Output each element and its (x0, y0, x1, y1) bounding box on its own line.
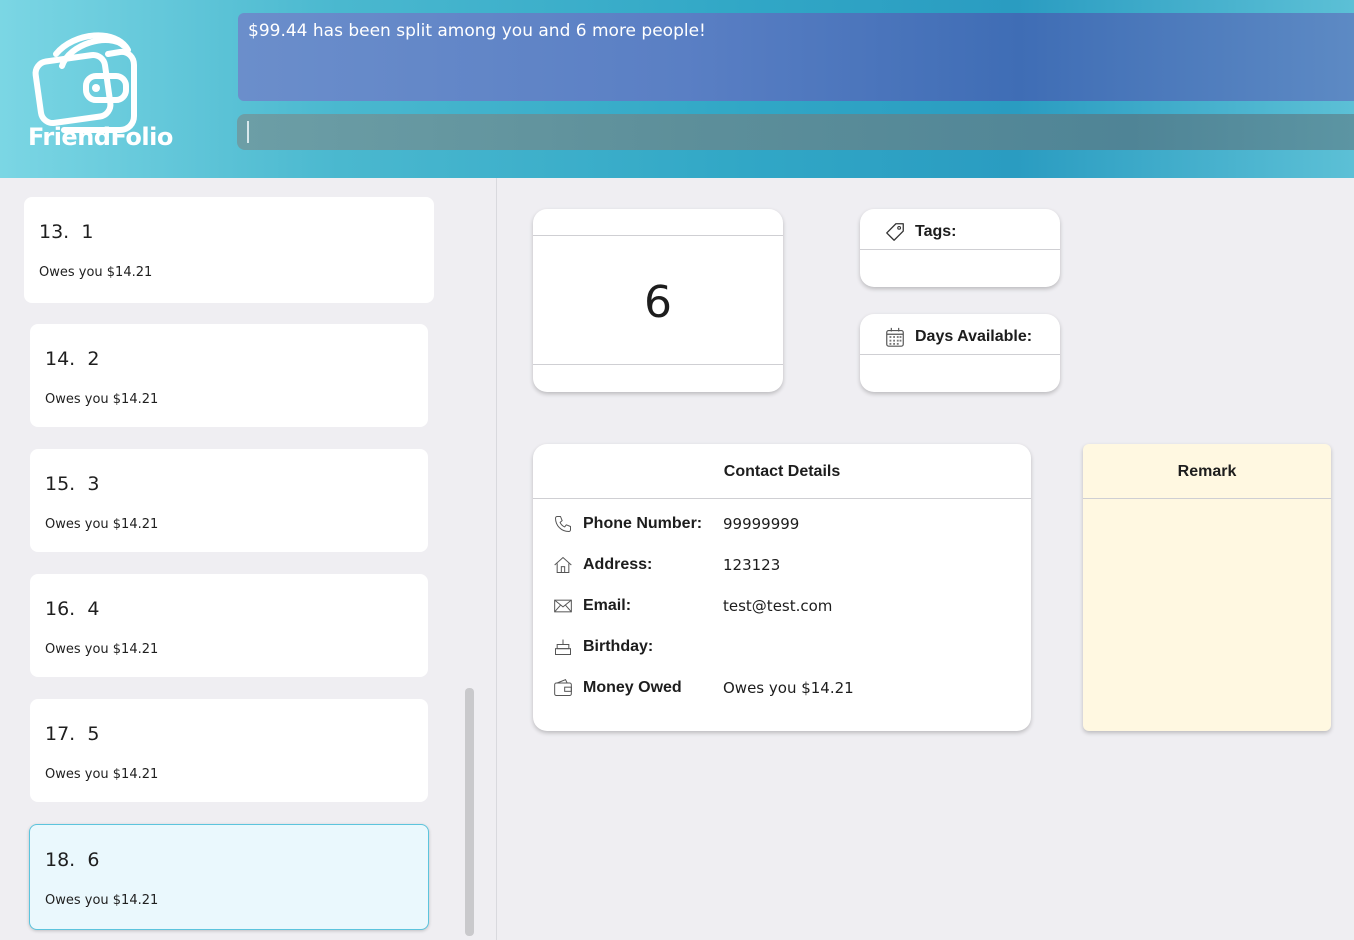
phone-icon (555, 516, 571, 532)
remark-panel: Remark (1083, 444, 1331, 731)
person-card[interactable]: 13. 1 Owes you $14.21 (24, 197, 434, 303)
days-available-label: Days Available: (915, 328, 1033, 345)
person-owed: Owes you $14.21 (45, 767, 159, 782)
list-scrollbar[interactable] (465, 688, 474, 936)
cake-icon (555, 639, 571, 655)
remark-title: Remark (1177, 463, 1237, 480)
person-card[interactable]: 14. 2 Owes you $14.21 (30, 324, 428, 427)
person-owed: Owes you $14.21 (39, 265, 153, 280)
person-owed: Owes you $14.21 (45, 893, 159, 908)
money-owed-label: Money Owed (583, 679, 682, 696)
contact-details-title: Contact Details (723, 463, 841, 480)
person-title: 17. 5 (45, 723, 100, 745)
person-title: 18. 6 (45, 849, 100, 871)
divider (1083, 498, 1331, 499)
app-name: FriendFolio (28, 123, 173, 151)
app-header: FriendFolio $99.44 has been split among … (0, 0, 1354, 178)
person-card-selected[interactable]: 18. 6 Owes you $14.21 (29, 824, 429, 930)
text-caret (247, 121, 249, 143)
tag-icon (886, 223, 904, 241)
house-icon (554, 556, 572, 573)
tags-label: Tags: (915, 223, 957, 240)
calendar-icon (886, 327, 904, 347)
email-row: Email: test@test.com (533, 594, 1031, 620)
divider (860, 354, 1060, 355)
person-card[interactable]: 15. 3 Owes you $14.21 (30, 449, 428, 552)
person-title: 13. 1 (39, 221, 94, 243)
result-message: $99.44 has been split among you and 6 mo… (248, 21, 706, 41)
birthday-label: Birthday: (583, 638, 654, 655)
person-owed: Owes you $14.21 (45, 642, 159, 657)
person-owed: Owes you $14.21 (45, 392, 159, 407)
divider (533, 364, 783, 365)
address-label: Address: (583, 556, 653, 573)
person-card[interactable]: 17. 5 Owes you $14.21 (30, 699, 428, 802)
address-value: 123123 (723, 556, 781, 574)
phone-label: Phone Number: (583, 515, 703, 532)
address-row: Address: 123123 (533, 553, 1031, 579)
phone-row: Phone Number: 99999999 (533, 512, 1031, 538)
tags-panel: Tags: (860, 209, 1060, 287)
result-display: $99.44 has been split among you and 6 mo… (238, 13, 1354, 101)
person-name: 6 (644, 277, 672, 328)
email-label: Email: (583, 597, 632, 614)
divider (533, 235, 783, 236)
person-title: 14. 2 (45, 348, 100, 370)
person-card[interactable]: 16. 4 Owes you $14.21 (30, 574, 428, 677)
contact-details-panel: Contact Details Phone Number: 99999999 A… (533, 444, 1031, 731)
person-title: 16. 4 (45, 598, 100, 620)
command-input[interactable] (237, 114, 1354, 150)
name-panel: 6 (533, 209, 783, 392)
divider (533, 498, 1031, 499)
phone-value: 99999999 (723, 515, 800, 533)
days-available-panel: Days Available: (860, 314, 1060, 392)
person-list: 13. 1 Owes you $14.21 14. 2 Owes you $14… (0, 178, 497, 940)
email-value: test@test.com (723, 597, 833, 615)
wallet-icon (554, 679, 572, 696)
money-owed-value: Owes you $14.21 (723, 679, 854, 697)
envelope-icon (554, 599, 572, 613)
divider (860, 249, 1060, 250)
person-title: 15. 3 (45, 473, 100, 495)
money-owed-row: Money Owed Owes you $14.21 (533, 676, 1031, 702)
person-owed: Owes you $14.21 (45, 517, 159, 532)
birthday-row: Birthday: (533, 635, 1031, 661)
